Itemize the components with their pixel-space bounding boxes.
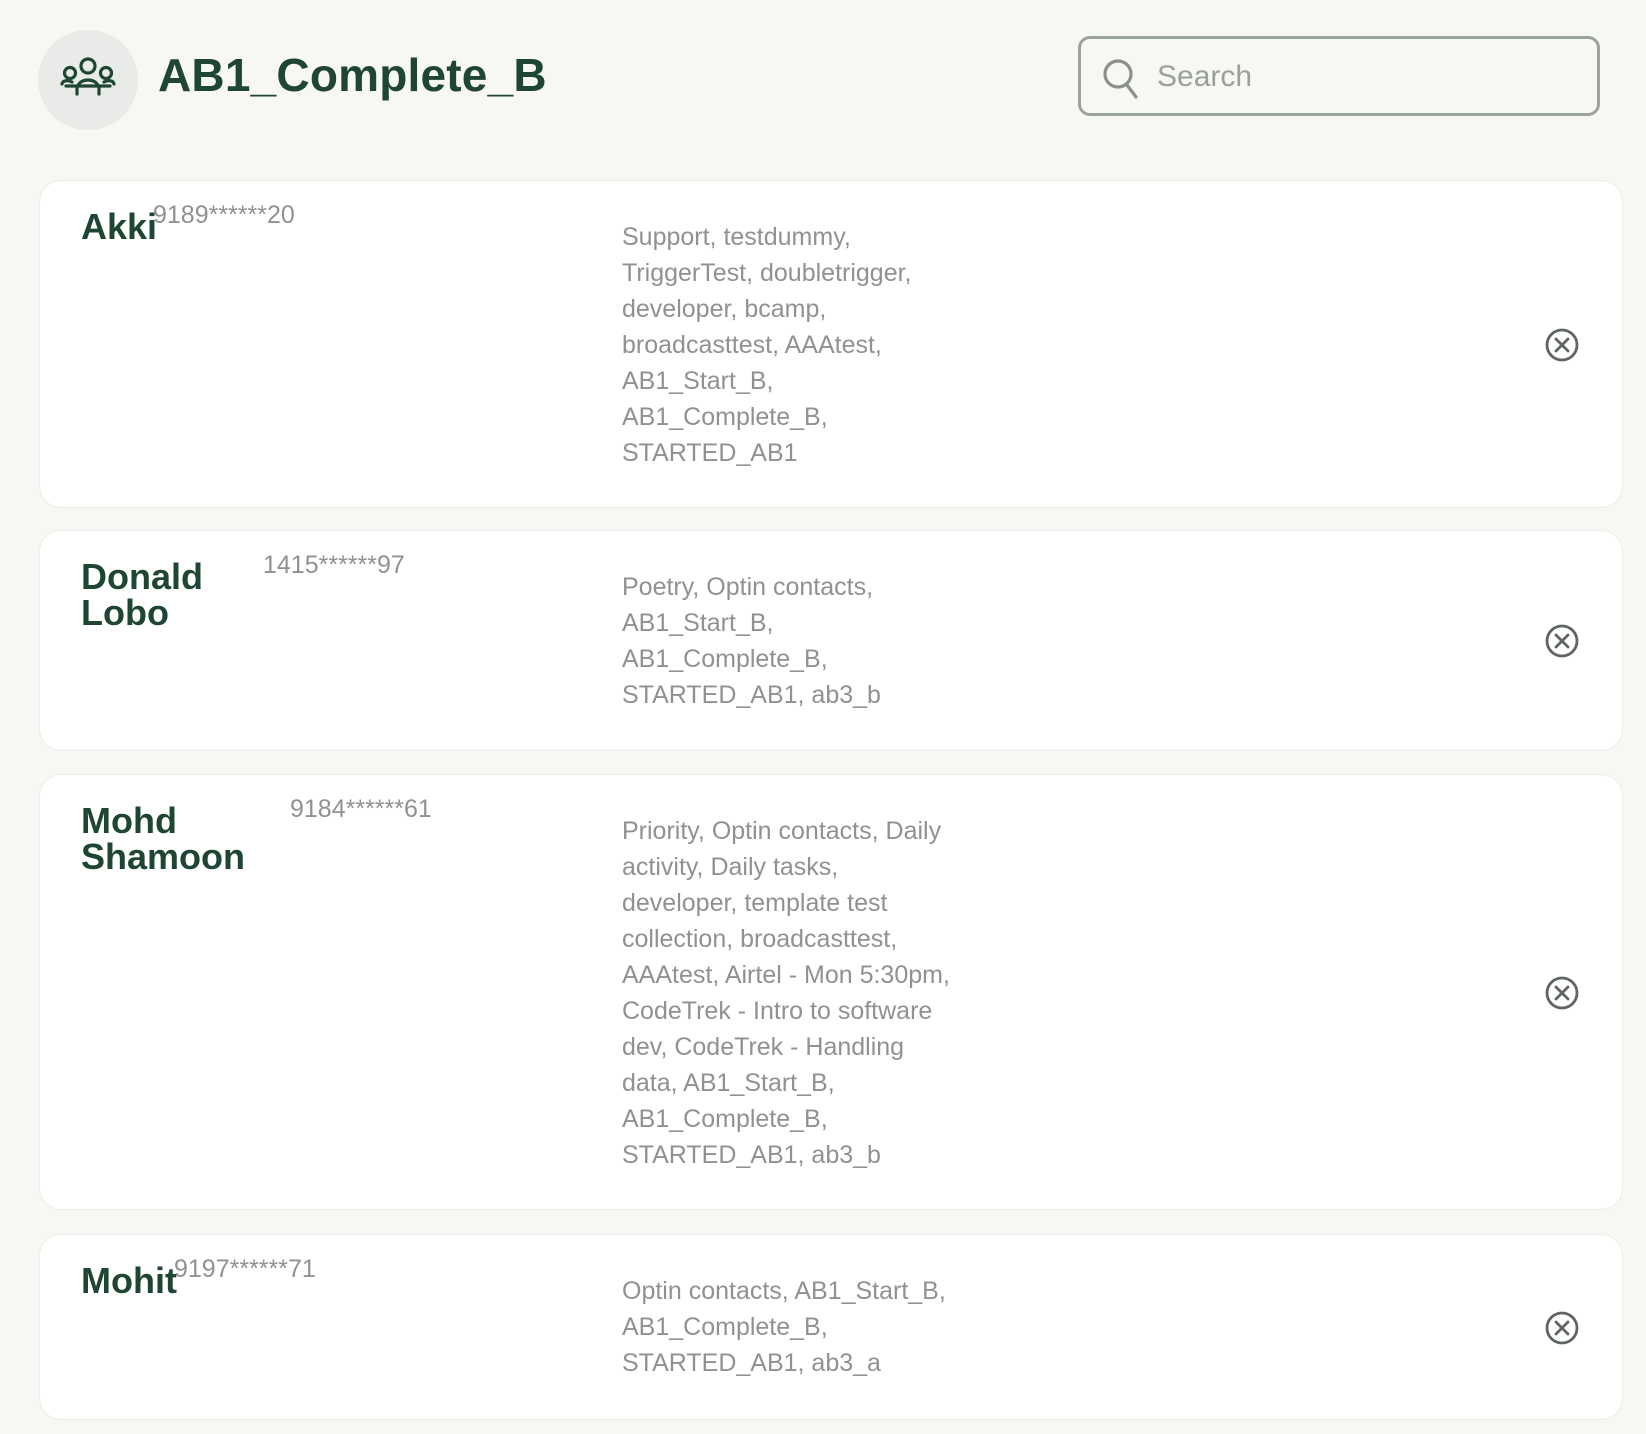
close-circle-icon [1545, 328, 1579, 362]
close-circle-icon [1545, 1311, 1579, 1345]
page-header: AB1_Complete_B [38, 28, 1608, 132]
remove-contact-button[interactable] [1543, 974, 1581, 1012]
contact-phone: 9189******20 [153, 201, 295, 229]
search-box[interactable] [1078, 36, 1600, 116]
search-icon [1101, 57, 1141, 101]
remove-contact-button[interactable] [1543, 622, 1581, 660]
contact-name: Akki [81, 206, 158, 247]
collection-contacts-page: AB1_Complete_B Akki 9189******20 Support… [0, 0, 1646, 1434]
contact-phone: 9197******71 [174, 1255, 316, 1283]
contact-tags: Support, testdummy, TriggerTest, doublet… [622, 223, 912, 467]
contact-phone: 1415******97 [263, 551, 405, 579]
contact-tags: Optin contacts, AB1_Start_B, AB1_Complet… [622, 1277, 946, 1377]
remove-contact-button[interactable] [1543, 326, 1581, 364]
contact-name: Donald Lobo [81, 556, 203, 633]
contact-card: Donald Lobo 1415******97 Poetry, Optin c… [39, 530, 1623, 751]
contact-name: Mohd Shamoon [81, 800, 246, 877]
contact-name: Mohit [81, 1260, 177, 1301]
search-input[interactable] [1155, 47, 1579, 107]
page-title: AB1_Complete_B [158, 49, 547, 101]
close-circle-icon [1545, 976, 1579, 1010]
close-circle-icon [1545, 624, 1579, 658]
remove-contact-button[interactable] [1543, 1309, 1581, 1347]
contact-tags: Priority, Optin contacts, Daily activity… [622, 817, 950, 1169]
group-icon [60, 56, 116, 105]
contact-phone: 9184******61 [290, 795, 432, 823]
contact-tags: Poetry, Optin contacts, AB1_Start_B, AB1… [622, 573, 881, 709]
contact-card: Akki 9189******20 Support, testdummy, Tr… [39, 180, 1623, 508]
contact-card: Mohit 9197******71 Optin contacts, AB1_S… [39, 1234, 1623, 1420]
group-avatar [38, 30, 138, 130]
contact-card: Mohd Shamoon 9184******61 Priority, Opti… [39, 774, 1623, 1210]
